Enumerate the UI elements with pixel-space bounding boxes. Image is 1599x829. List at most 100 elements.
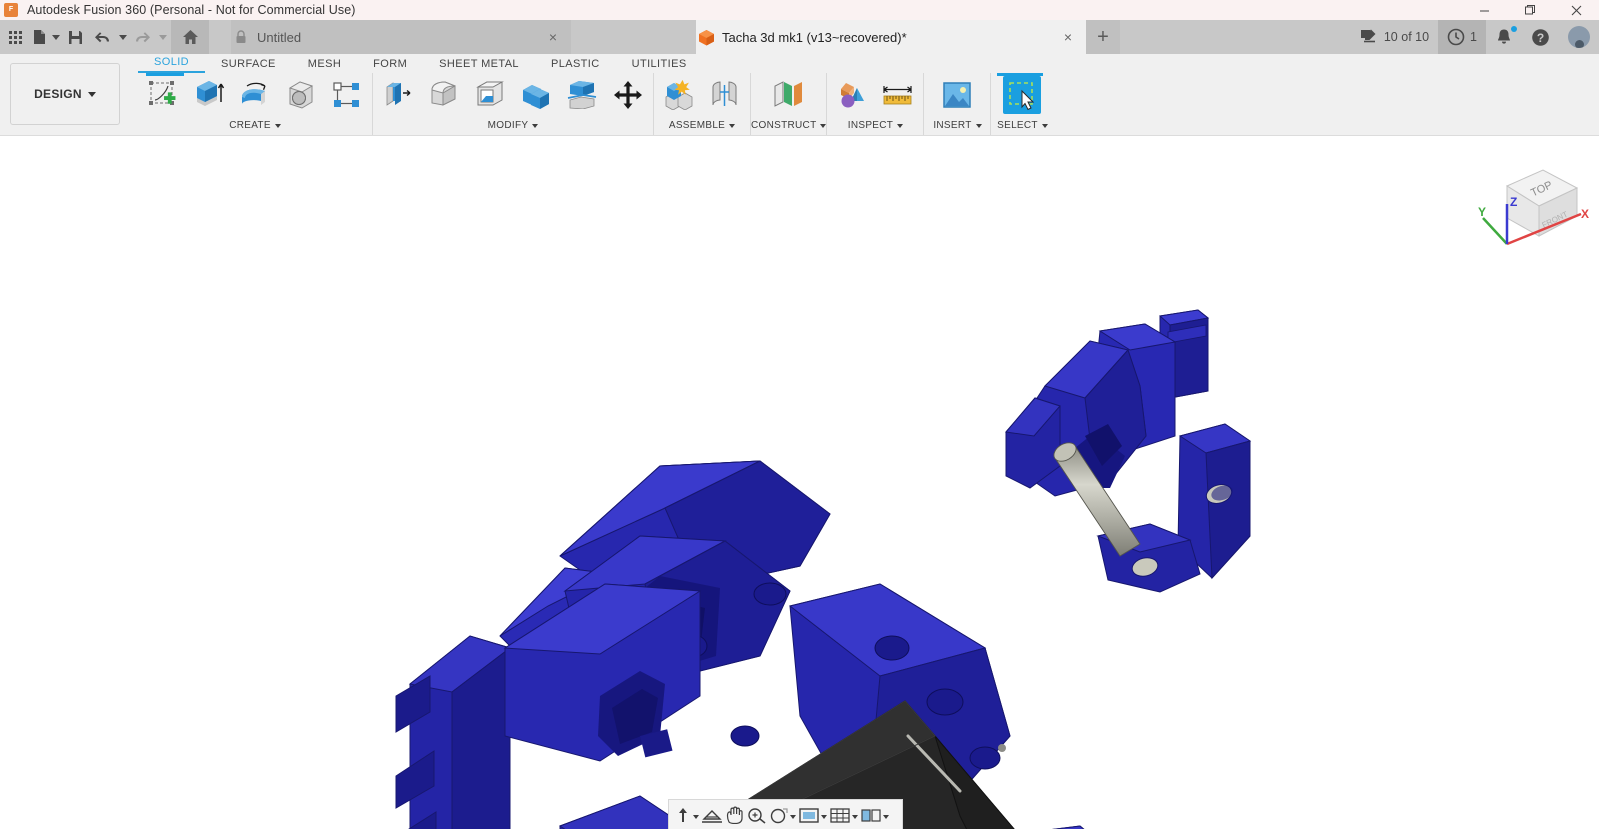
ribbon-group-select: SELECT xyxy=(990,73,1053,135)
app-grid-icon[interactable] xyxy=(2,20,29,54)
group-label-text: INSERT xyxy=(933,120,971,131)
display-settings-button[interactable] xyxy=(798,806,827,824)
press-pull-tool[interactable] xyxy=(379,76,417,114)
undo-caret-icon[interactable] xyxy=(116,20,129,54)
help-button[interactable]: ? xyxy=(1522,20,1559,54)
edit-doc-icon xyxy=(1360,29,1379,46)
document-tab-untitled[interactable]: Untitled × xyxy=(231,20,571,54)
revolve-tool[interactable] xyxy=(236,76,274,114)
notifications-button[interactable] xyxy=(1486,20,1522,54)
shell-tool[interactable] xyxy=(471,76,509,114)
measure-tool[interactable] xyxy=(879,76,917,114)
new-file-caret-icon[interactable] xyxy=(49,20,62,54)
history-button[interactable]: 1 xyxy=(1438,20,1486,54)
fillet-icon xyxy=(429,81,459,109)
display-icon xyxy=(798,806,820,824)
ribbon-group-label-select[interactable]: SELECT xyxy=(991,116,1053,135)
close-icon[interactable] xyxy=(1553,0,1599,20)
new-tab-button[interactable]: + xyxy=(1086,20,1120,54)
ribbon-tab-surface[interactable]: SURFACE xyxy=(205,58,292,73)
document-tab-label: Tacha 3d mk1 (v13~recovered)* xyxy=(722,30,907,45)
image-icon xyxy=(942,81,972,109)
home-button[interactable] xyxy=(171,20,209,54)
document-tab-tacha[interactable]: Tacha 3d mk1 (v13~recovered)* × xyxy=(696,20,1086,54)
look-at-icon xyxy=(701,806,723,824)
look-at-button[interactable] xyxy=(701,806,723,824)
view-cube[interactable]: TOP FRONT Y X Z xyxy=(1461,156,1591,256)
ribbon-tab-mesh[interactable]: MESH xyxy=(292,58,357,73)
group-label-text: MODIFY xyxy=(488,120,529,131)
split-body-tool[interactable] xyxy=(563,76,601,114)
ribbon-groups: CREATE xyxy=(138,73,1599,135)
ribbon-group-label-modify[interactable]: MODIFY xyxy=(373,116,653,135)
tab-close-icon[interactable]: × xyxy=(1060,30,1076,44)
workspace-label: DESIGN xyxy=(34,87,82,101)
hole-tool[interactable] xyxy=(282,76,320,114)
split-body-icon xyxy=(567,81,597,109)
new-component-tool[interactable] xyxy=(660,76,698,114)
redo-caret-icon[interactable] xyxy=(156,20,169,54)
chevron-down-icon xyxy=(790,815,796,819)
move-arrows-icon xyxy=(614,81,642,109)
move-copy-tool[interactable] xyxy=(609,76,647,114)
help-icon: ? xyxy=(1531,28,1550,47)
combine-tool[interactable] xyxy=(517,76,555,114)
svg-text:?: ? xyxy=(1537,31,1544,45)
grid-snaps-button[interactable] xyxy=(829,806,858,824)
ribbon-group-label-insert[interactable]: INSERT xyxy=(924,116,990,135)
insert-canvas-tool[interactable] xyxy=(938,76,976,114)
viewports-button[interactable] xyxy=(860,806,889,824)
joint-tool[interactable] xyxy=(706,76,744,114)
ribbon-tab-sheet-metal[interactable]: SHEET METAL xyxy=(423,58,535,73)
navigation-bar[interactable] xyxy=(668,799,903,829)
job-status-label: 10 of 10 xyxy=(1384,30,1429,44)
workspace-switcher[interactable]: DESIGN xyxy=(10,63,120,125)
offset-plane-icon xyxy=(772,80,804,110)
ribbon-tab-utilities[interactable]: UTILITIES xyxy=(616,58,703,73)
orbit-button[interactable] xyxy=(674,806,699,824)
pan-button[interactable] xyxy=(725,806,745,824)
group-label-text: ASSEMBLE xyxy=(669,120,725,131)
ribbon-tab-form[interactable]: FORM xyxy=(357,58,423,73)
ribbon-tab-plastic[interactable]: PLASTIC xyxy=(535,58,616,73)
ribbon-tab-strip: SOLID SURFACE MESH FORM SHEET METAL PLAS… xyxy=(138,54,1599,73)
create-sketch-tool[interactable] xyxy=(144,76,182,114)
account-button[interactable] xyxy=(1559,20,1599,54)
ribbon-group-inspect: INSPECT xyxy=(826,73,923,135)
axis-x-label: X xyxy=(1581,207,1589,221)
zoom-button[interactable] xyxy=(747,806,767,824)
extrude-tool[interactable] xyxy=(190,76,228,114)
tab-close-icon[interactable]: × xyxy=(545,30,561,44)
undo-icon[interactable] xyxy=(89,20,116,54)
fit-button[interactable] xyxy=(769,806,796,824)
job-status-button[interactable]: 10 of 10 xyxy=(1351,20,1438,54)
model-render xyxy=(0,136,1599,829)
axis-z-label: Z xyxy=(1510,195,1517,209)
title-bar: F Autodesk Fusion 360 (Personal - Not fo… xyxy=(0,0,1599,20)
viewport-canvas[interactable]: TOP FRONT Y X Z xyxy=(0,136,1599,829)
ribbon-group-label-create[interactable]: CREATE xyxy=(138,116,372,135)
new-file-icon[interactable] xyxy=(29,20,49,54)
redo-icon[interactable] xyxy=(129,20,156,54)
ribbon-group-label-assemble[interactable]: ASSEMBLE xyxy=(654,116,750,135)
home-icon xyxy=(182,29,199,45)
minimize-icon[interactable] xyxy=(1461,0,1507,20)
ribbon-group-insert: INSERT xyxy=(923,73,990,135)
save-icon[interactable] xyxy=(62,20,89,54)
offset-plane-tool[interactable] xyxy=(769,76,807,114)
maximize-icon[interactable] xyxy=(1507,0,1553,20)
select-tool[interactable] xyxy=(1003,76,1041,114)
group-label-text: SELECT xyxy=(997,120,1038,131)
axis-y-label: Y xyxy=(1478,205,1486,219)
ribbon-group-construct: CONSTRUCT xyxy=(750,73,826,135)
new-component-icon xyxy=(663,80,695,110)
press-pull-icon xyxy=(383,80,413,110)
ribbon-group-label-inspect[interactable]: INSPECT xyxy=(827,116,923,135)
fillet-tool[interactable] xyxy=(425,76,463,114)
ribbon-tab-solid[interactable]: SOLID xyxy=(138,56,205,73)
chevron-down-icon xyxy=(532,124,538,128)
ruler-icon xyxy=(882,82,914,108)
rectangular-pattern-tool[interactable] xyxy=(328,76,366,114)
interference-tool[interactable] xyxy=(833,76,871,114)
ribbon-group-label-construct[interactable]: CONSTRUCT xyxy=(751,116,826,135)
